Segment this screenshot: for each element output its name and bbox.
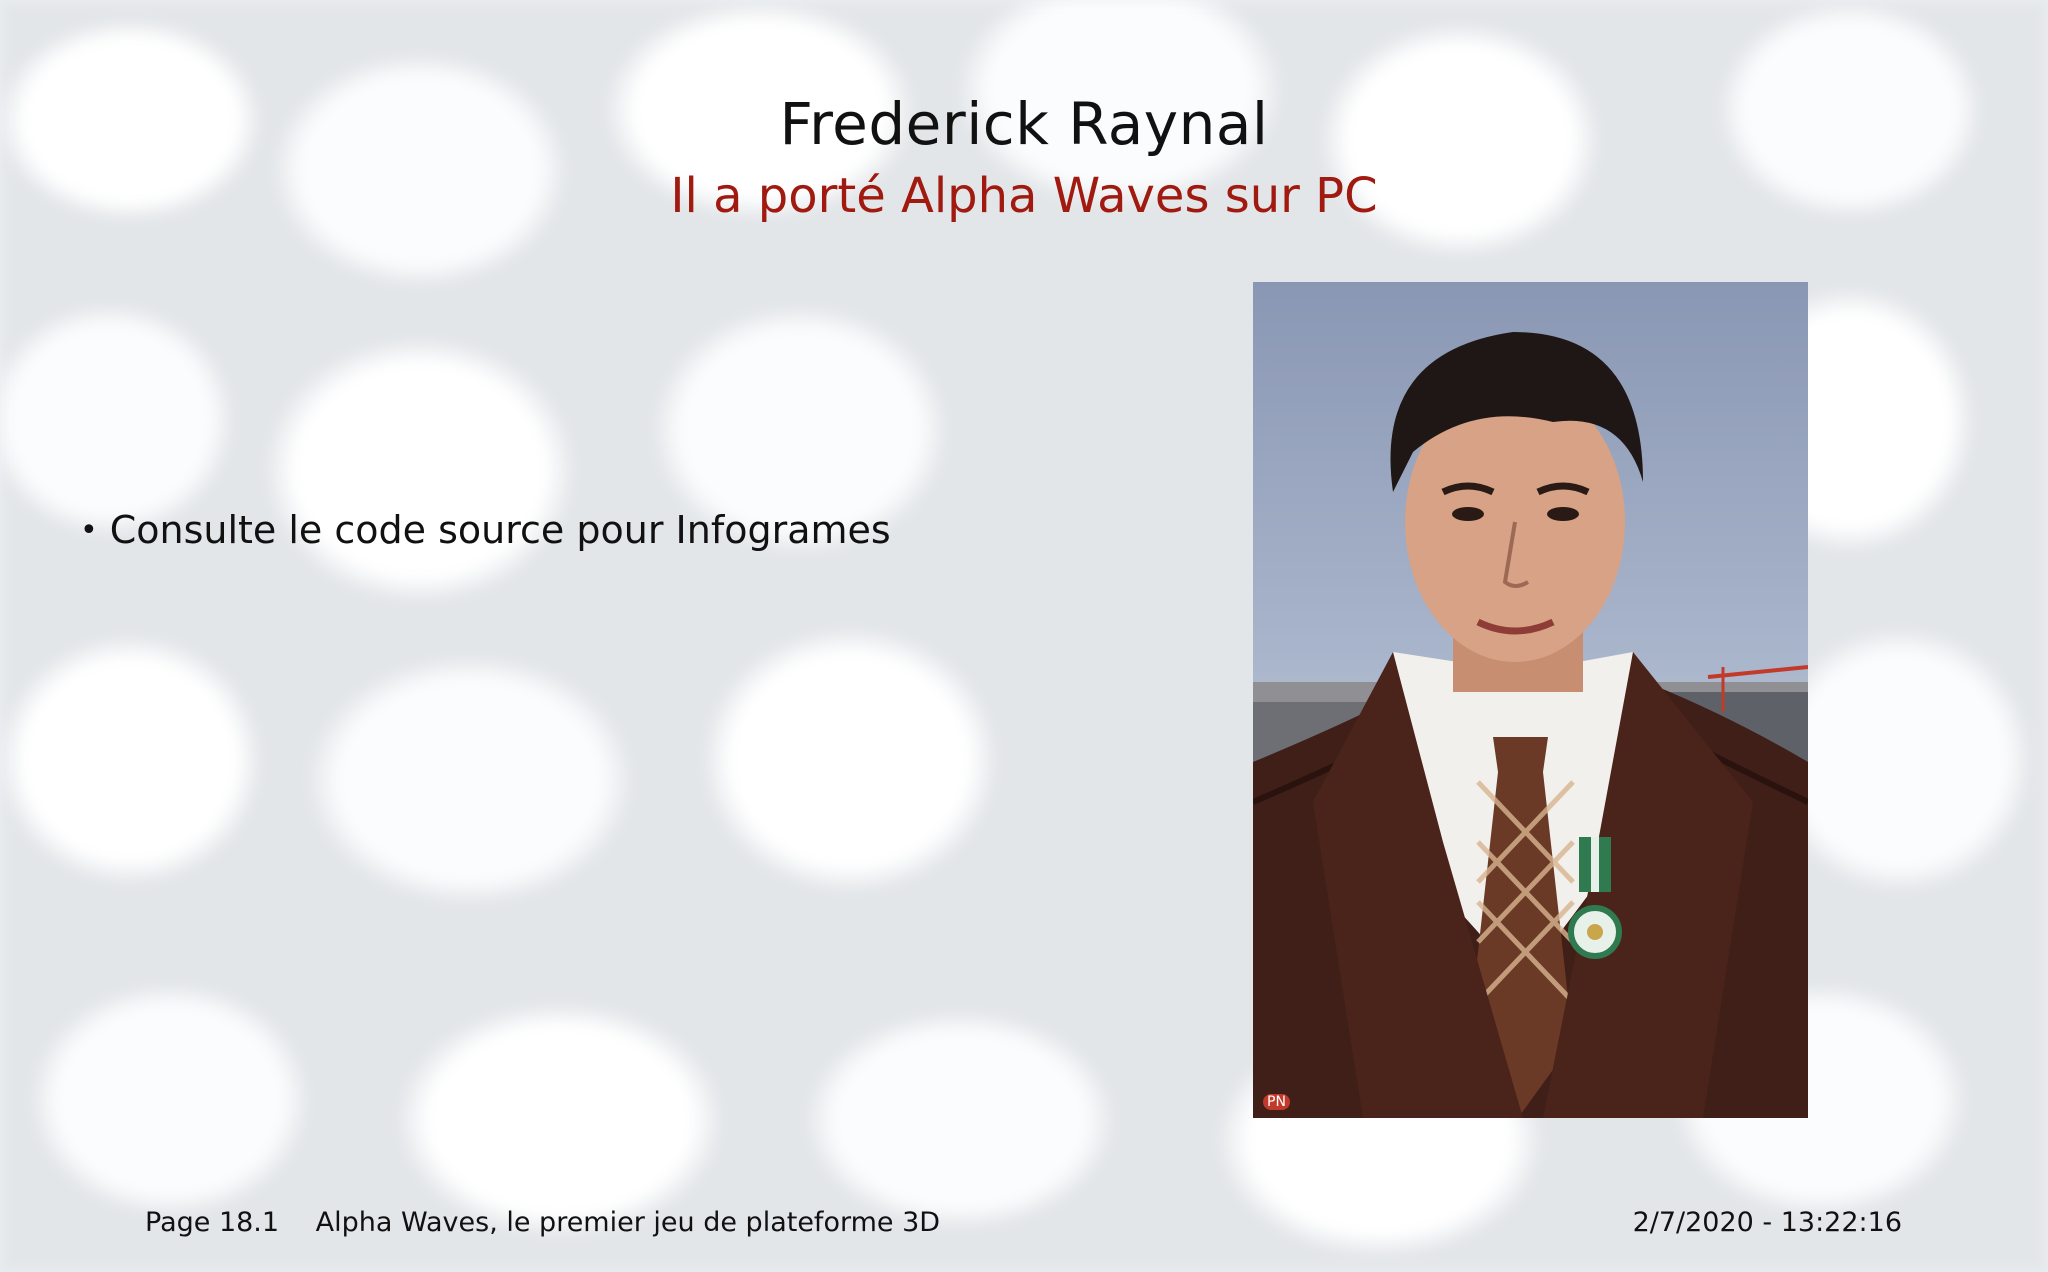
slide-title: Frederick Raynal <box>779 90 1269 158</box>
bullet-text: Consulte le code source pour Infogrames <box>109 508 891 552</box>
footer-left: Page 18.1 Alpha Waves, le premier jeu de… <box>145 1207 940 1238</box>
page-number: Page 18.1 <box>145 1207 280 1238</box>
photo-watermark: PN <box>1263 1094 1290 1110</box>
bullet-dot-icon: • <box>80 512 98 548</box>
footer-timestamp: 2/7/2020 - 13:22:16 <box>1632 1207 1902 1238</box>
portrait-illustration <box>1253 332 1808 1118</box>
bullet-item: • Consulte le code source pour Infograme… <box>80 508 891 552</box>
document-title: Alpha Waves, le premier jeu de plateform… <box>315 1207 941 1238</box>
slide-subtitle: Il a porté Alpha Waves sur PC <box>670 168 1378 224</box>
portrait-photo: PN <box>1253 282 1808 1118</box>
